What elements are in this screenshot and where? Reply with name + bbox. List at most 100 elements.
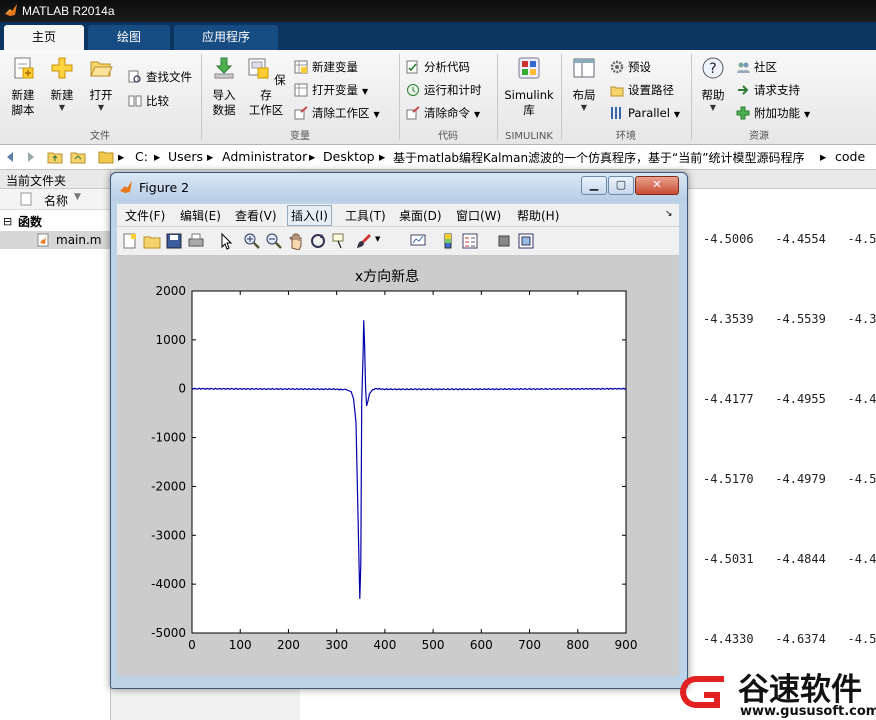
layout-button[interactable]: 布局 ▼ xyxy=(566,56,602,113)
menu-view[interactable]: 查看(V) xyxy=(235,207,277,224)
clear-commands-icon xyxy=(406,106,420,120)
minimize-button[interactable]: ▁ xyxy=(581,176,607,195)
import-data-button[interactable]: 导入 数据 xyxy=(208,56,240,118)
open-label: 打开 xyxy=(89,88,113,102)
y-tick-label: -1000 xyxy=(151,431,186,445)
menu-edit[interactable]: 编辑(E) xyxy=(180,207,221,224)
environment-group: 布局 ▼ 预设 设置路径 Parallel ▼ 环境 xyxy=(562,50,690,144)
chevron-down-icon[interactable]: ▼ xyxy=(375,235,380,243)
add-ons-button[interactable]: 附加功能 ▼ xyxy=(736,104,810,122)
open-variable-icon xyxy=(294,83,308,97)
close-button[interactable]: ✕ xyxy=(635,176,679,195)
zoom-in-icon[interactable] xyxy=(243,232,261,250)
breadcrumb-users[interactable]: Users xyxy=(168,149,203,164)
simulink-library-button[interactable]: Simulink 库 xyxy=(502,56,556,118)
new-variable-icon xyxy=(294,60,308,74)
name-column-header[interactable]: 名称 xyxy=(44,192,68,209)
maximize-button[interactable]: ▢ xyxy=(608,176,634,195)
file-group-label: 文件 xyxy=(90,131,110,142)
dock-arrow-icon[interactable]: ↘ xyxy=(665,209,673,219)
menu-help[interactable]: 帮助(H) xyxy=(517,207,559,224)
back-arrow-icon[interactable] xyxy=(3,149,19,165)
print-icon[interactable] xyxy=(187,232,205,250)
pan-icon[interactable] xyxy=(287,232,305,250)
menu-insert[interactable]: 插入(I) xyxy=(287,205,332,226)
compare-button[interactable]: 比较 xyxy=(128,92,169,110)
clear-workspace-icon xyxy=(294,106,308,120)
plot-area[interactable] xyxy=(191,290,627,634)
chevron-down-icon: ▼ xyxy=(373,110,380,119)
file-name: main.m xyxy=(56,233,102,247)
file-column-icon xyxy=(20,192,32,206)
figure-titlebar[interactable]: Figure 2 ▁ ▢ ✕ xyxy=(111,173,687,201)
menu-tools[interactable]: 工具(T) xyxy=(345,207,386,224)
new-variable-button[interactable]: 新建变量 xyxy=(294,58,358,76)
show-plot-tools-icon[interactable] xyxy=(517,232,535,250)
app-title: MATLAB R2014a xyxy=(22,4,115,18)
tab-apps[interactable]: 应用程序 xyxy=(174,25,278,50)
pointer-icon[interactable] xyxy=(217,232,235,250)
tab-plots[interactable]: 绘图 xyxy=(88,25,170,50)
data-cursor-icon[interactable] xyxy=(331,232,349,250)
browse-folder-icon[interactable] xyxy=(70,149,86,165)
clear-workspace-button[interactable]: 清除工作区 ▼ xyxy=(294,104,380,122)
menu-file[interactable]: 文件(F) xyxy=(125,207,165,224)
open-variable-button[interactable]: 打开变量 ▼ xyxy=(294,81,368,99)
breadcrumb-drive[interactable]: C: xyxy=(135,149,148,164)
breadcrumb-code[interactable]: code xyxy=(835,149,865,164)
hide-plot-tools-icon[interactable] xyxy=(495,232,513,250)
parallel-button[interactable]: Parallel ▼ xyxy=(610,104,680,122)
figure-canvas[interactable]: x方向新息 0 100 200 300 400 500 600 700 800 900 2000 10… xyxy=(117,256,679,676)
new-figure-icon[interactable] xyxy=(121,232,139,250)
preferences-button[interactable]: 预设 xyxy=(610,58,651,76)
legend-icon[interactable] xyxy=(461,232,479,250)
compare-label: 比较 xyxy=(146,94,169,108)
chevron-down-icon: ▼ xyxy=(804,110,811,119)
open-button[interactable]: 打开 ▼ xyxy=(84,56,118,113)
breadcrumb-project-folder[interactable]: 基于matlab编程Kalman滤波的一个仿真程序，基于“当前”统计模型源码程序 xyxy=(393,149,804,166)
analyze-code-button[interactable]: 分析代码 xyxy=(406,58,470,76)
new-script-button[interactable]: 新建 脚本 xyxy=(6,56,40,118)
variable-group-label: 变量 xyxy=(290,131,310,142)
tab-home[interactable]: 主页 xyxy=(4,25,84,50)
forward-arrow-icon[interactable] xyxy=(22,149,38,165)
open-file-icon[interactable] xyxy=(143,232,161,250)
rotate-icon[interactable] xyxy=(309,232,327,250)
save-workspace-button[interactable]: 保存 工作区 xyxy=(246,56,286,118)
breadcrumb-desktop[interactable]: Desktop xyxy=(323,149,375,164)
help-button[interactable]: ? 帮助 ▼ xyxy=(696,56,730,113)
save-icon[interactable] xyxy=(165,232,183,250)
run-and-time-icon xyxy=(407,84,419,96)
up-folder-icon[interactable] xyxy=(47,149,63,165)
y-tick-label: -5000 xyxy=(151,626,186,640)
add-ons-icon xyxy=(736,106,750,120)
community-button[interactable]: 社区 xyxy=(736,58,777,76)
breadcrumb-administrator[interactable]: Administrator xyxy=(222,149,307,164)
request-support-button[interactable]: 请求支持 xyxy=(736,81,800,99)
sort-arrow-icon[interactable]: ▼ xyxy=(74,192,81,202)
new-button[interactable]: 新建 ▼ xyxy=(46,56,78,113)
find-files-button[interactable]: 查找文件 xyxy=(128,68,192,86)
run-and-time-button[interactable]: 运行和计时 xyxy=(406,81,482,99)
y-tick-label: -2000 xyxy=(151,479,186,493)
collapse-icon[interactable]: ⊟ xyxy=(3,213,12,231)
chevron-down-icon: ▼ xyxy=(97,103,105,112)
file-row-main[interactable]: main.m xyxy=(0,231,110,249)
zoom-out-icon[interactable] xyxy=(265,232,283,250)
menu-desktop[interactable]: 桌面(D) xyxy=(399,207,442,224)
brush-icon[interactable] xyxy=(355,232,373,250)
set-path-button[interactable]: 设置路径 xyxy=(610,81,674,99)
folder-open-icon xyxy=(90,61,113,77)
group-row-functions[interactable]: ⊟ 函数 xyxy=(0,213,110,231)
colorbar-icon[interactable] xyxy=(439,232,457,250)
request-support-label: 请求支持 xyxy=(754,83,800,97)
link-plot-icon[interactable] xyxy=(409,232,427,250)
chart-title: x方向新息 xyxy=(355,268,419,285)
menu-window[interactable]: 窗口(W) xyxy=(456,207,501,224)
line-chart[interactable]: x方向新息 0 100 200 300 400 500 600 700 800 900 2000 10… xyxy=(117,256,679,676)
x-tick-label: 300 xyxy=(325,638,348,652)
clear-commands-button[interactable]: 清除命令 ▼ xyxy=(406,104,480,122)
path-separator-icon: ▸ xyxy=(154,149,161,164)
figure-window[interactable]: Figure 2 ▁ ▢ ✕ 文件(F) 编辑(E) 查看(V) 插入(I) 工… xyxy=(110,172,688,689)
matlab-logo-icon xyxy=(5,4,17,16)
